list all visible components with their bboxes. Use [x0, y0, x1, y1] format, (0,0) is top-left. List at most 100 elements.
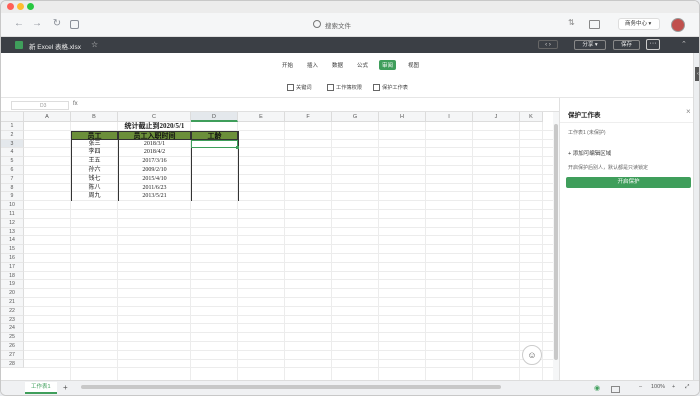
close-window-button[interactable] — [7, 3, 14, 10]
row-header-1[interactable]: 1 — [1, 122, 24, 131]
search-box[interactable]: 搜索文件 — [301, 18, 411, 31]
hire-date-cell[interactable]: 2013/5/21 — [118, 192, 191, 201]
column-header-i[interactable]: I — [426, 112, 473, 122]
employee-name-cell[interactable]: 周九 — [71, 192, 118, 201]
protect-sheet-tool[interactable]: 保护工作表 — [373, 84, 408, 92]
column-header-d[interactable]: D — [191, 112, 238, 122]
column-header-f[interactable]: F — [285, 112, 332, 122]
tab-formula[interactable]: 公式 — [357, 61, 368, 69]
expand-panel-icon[interactable]: ‹ — [695, 67, 699, 81]
row-header-2[interactable]: 2 — [1, 130, 24, 140]
column-header-b[interactable]: B — [71, 112, 118, 122]
selected-cell-d3[interactable] — [191, 139, 238, 149]
row-header-8[interactable]: 8 — [1, 183, 24, 193]
row-header-24[interactable]: 24 — [1, 324, 24, 334]
user-avatar[interactable] — [671, 18, 685, 32]
table-header-cell[interactable]: 工龄 — [191, 130, 238, 140]
row-header-11[interactable]: 11 — [1, 210, 24, 219]
row-header-23[interactable]: 23 — [1, 315, 24, 325]
share-button[interactable]: 分享 ▾ — [574, 40, 606, 50]
hire-date-cell[interactable]: 2009/2/10 — [118, 166, 191, 175]
fx-icon[interactable]: fx — [73, 101, 78, 107]
workbook-permission-tool[interactable]: 工作簿权限 — [327, 84, 362, 92]
employee-name-cell[interactable]: 孙六 — [71, 166, 118, 175]
row-header-4[interactable]: 4 — [1, 148, 24, 158]
zoom-in-button[interactable]: + — [672, 384, 675, 390]
tab-data[interactable]: 数据 — [332, 61, 343, 69]
keyword-tool[interactable]: 关键词 — [287, 84, 312, 92]
more-options-button[interactable]: ··· — [646, 39, 660, 50]
app-grid-icon[interactable] — [589, 20, 600, 29]
fullscreen-icon[interactable]: ⤢ — [685, 384, 689, 391]
close-icon[interactable]: × — [686, 107, 691, 116]
maximize-window-button[interactable] — [27, 3, 34, 10]
hire-date-cell[interactable]: 2018/3/1 — [118, 140, 191, 149]
star-icon[interactable]: ☆ — [91, 40, 98, 49]
row-header-12[interactable]: 12 — [1, 218, 24, 228]
row-header-20[interactable]: 20 — [1, 289, 24, 298]
row-header-13[interactable]: 13 — [1, 227, 24, 237]
row-header-18[interactable]: 18 — [1, 271, 24, 281]
tab-view[interactable]: 视图 — [408, 61, 419, 69]
hire-date-cell[interactable]: 2011/6/23 — [118, 184, 191, 193]
row-header-17[interactable]: 17 — [1, 262, 24, 272]
employee-name-cell[interactable]: 陈八 — [71, 184, 118, 193]
cloud-icon[interactable]: ◉ — [594, 384, 600, 392]
row-header-5[interactable]: 5 — [1, 157, 24, 166]
hire-date-cell[interactable]: 2017/3/16 — [118, 157, 191, 166]
spreadsheet-grid[interactable]: A B C D E F G H I J K 1 2 3 4 5 6 7 8 9 10 11 12 13 14 15 16 17 18 19… — [1, 112, 553, 380]
column-header-g[interactable]: G — [332, 112, 379, 122]
employee-name-cell[interactable]: 张三 — [71, 140, 118, 149]
name-box[interactable]: D3 — [11, 101, 69, 110]
row-header-21[interactable]: 21 — [1, 298, 24, 307]
row-header-3[interactable]: 3 — [1, 139, 24, 149]
zoom-out-button[interactable]: – — [639, 384, 642, 390]
comment-icon[interactable] — [611, 386, 620, 393]
sheet-tab[interactable]: 工作表1 — [25, 382, 57, 394]
horizontal-scrollbar[interactable] — [81, 385, 501, 389]
hire-date-cell[interactable]: 2018/4/2 — [118, 148, 191, 157]
column-header-e[interactable]: E — [238, 112, 285, 122]
row-header-28[interactable]: 28 — [1, 359, 24, 369]
row-header-26[interactable]: 26 — [1, 342, 24, 351]
employee-name-cell[interactable]: 钱七 — [71, 175, 118, 184]
history-arrows-icon[interactable]: ‹ › — [538, 40, 558, 49]
tab-insert[interactable]: 插入 — [307, 61, 318, 69]
minimize-window-button[interactable] — [17, 3, 24, 10]
row-header-16[interactable]: 16 — [1, 254, 24, 263]
table-header-cell[interactable]: 员工入职时间 — [118, 130, 191, 140]
back-arrow-icon[interactable]: ← — [13, 18, 25, 30]
sidebar-toggle-icon[interactable] — [70, 20, 79, 29]
column-header-h[interactable]: H — [379, 112, 426, 122]
select-all-corner[interactable] — [1, 112, 24, 122]
add-editable-range-button[interactable]: + 添加可编辑区域 — [568, 149, 611, 157]
row-header-25[interactable]: 25 — [1, 333, 24, 342]
tab-home[interactable]: 开始 — [282, 61, 293, 69]
row-header-22[interactable]: 22 — [1, 306, 24, 316]
fill-handle[interactable] — [236, 146, 239, 150]
row-header-7[interactable]: 7 — [1, 174, 24, 184]
employee-name-cell[interactable]: 李四 — [71, 148, 118, 157]
forward-arrow-icon[interactable]: → — [31, 18, 43, 30]
scroll-thumb[interactable] — [554, 124, 558, 360]
document-title[interactable]: 新 Excel 表格.xlsx — [29, 41, 81, 51]
row-header-9[interactable]: 9 — [1, 192, 24, 202]
sort-icon[interactable]: ⇅ — [568, 18, 575, 27]
hire-date-cell[interactable]: 2015/4/10 — [118, 175, 191, 184]
row-header-19[interactable]: 19 — [1, 280, 24, 290]
sheet-title-cell[interactable]: 统计截止到2020/5/1 — [71, 122, 238, 131]
row-header-14[interactable]: 14 — [1, 236, 24, 246]
add-sheet-button[interactable]: + — [63, 383, 68, 392]
row-header-6[interactable]: 6 — [1, 166, 24, 175]
row-header-10[interactable]: 10 — [1, 201, 24, 210]
refresh-icon[interactable]: ↻ — [51, 18, 63, 30]
column-header-c[interactable]: C — [118, 112, 191, 122]
save-button[interactable]: 保存 — [613, 40, 640, 50]
column-header-k[interactable]: K — [520, 112, 543, 122]
enable-protection-button[interactable]: 开启保护 — [566, 177, 691, 188]
column-header-j[interactable]: J — [473, 112, 520, 122]
business-center-button[interactable]: 商务中心 ▾ — [618, 18, 660, 30]
collapse-icon[interactable]: ⌃ — [681, 40, 687, 48]
employee-name-cell[interactable]: 王五 — [71, 157, 118, 166]
tab-review[interactable]: 审阅 — [379, 60, 397, 70]
